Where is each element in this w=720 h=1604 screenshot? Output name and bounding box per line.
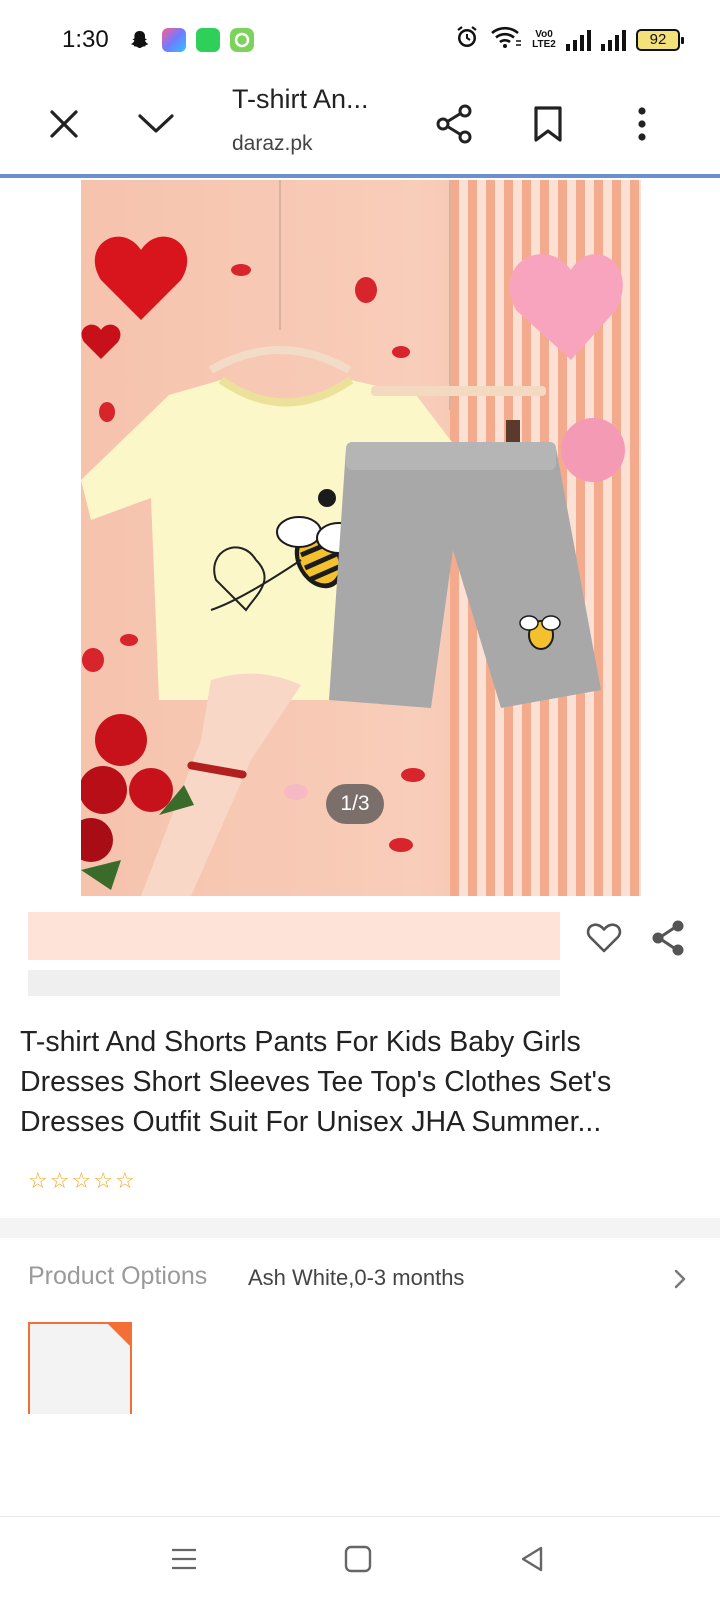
bookmark-button[interactable]	[520, 98, 576, 154]
share-icon	[435, 104, 473, 149]
chevron-right-icon	[668, 1264, 692, 1294]
signal-icon	[566, 29, 591, 51]
product-title: T-shirt And Shorts Pants For Kids Baby G…	[20, 1026, 612, 1138]
rating-stars[interactable]: ☆ ☆ ☆ ☆ ☆	[28, 1170, 135, 1192]
price-subtext-placeholder	[28, 970, 560, 996]
back-button[interactable]	[508, 1539, 556, 1583]
snapchat-icon	[128, 28, 152, 57]
star-icon: ☆	[93, 1168, 113, 1193]
menu-button[interactable]	[614, 98, 670, 154]
image-counter: 1/3	[326, 784, 384, 824]
home-icon	[344, 1545, 372, 1578]
page-url: daraz.pk	[232, 132, 313, 155]
status-system-icons: Vo0 LTE2 92	[454, 24, 684, 55]
share-page-button[interactable]	[426, 98, 482, 154]
wishlist-button[interactable]	[582, 918, 626, 962]
product-options-row[interactable]: Product Options Ash White,0-3 months	[28, 1262, 692, 1302]
app-icon	[162, 28, 186, 52]
status-time: 1:30	[62, 26, 109, 53]
share-icon	[650, 919, 686, 962]
star-icon: ☆	[49, 1168, 70, 1193]
back-icon	[519, 1545, 545, 1578]
product-image[interactable]: 1/3	[81, 180, 641, 896]
home-button[interactable]	[334, 1539, 382, 1583]
signal-icon-sim2	[601, 29, 626, 51]
status-bar: 1:30 Vo0 LTE2 92	[0, 0, 720, 80]
star-icon: ☆	[114, 1168, 135, 1193]
phone-manager-icon	[196, 28, 220, 52]
circle-app-icon	[230, 28, 254, 52]
network-type-label: Vo0 LTE2	[532, 28, 556, 50]
chevron-down-icon	[138, 113, 174, 140]
wifi-icon	[490, 25, 522, 54]
product-options-selected: Ash White,0-3 months	[248, 1265, 465, 1290]
price-placeholder	[28, 912, 560, 960]
more-vertical-icon	[637, 106, 647, 147]
recents-icon	[170, 1547, 198, 1576]
share-product-button[interactable]	[646, 918, 690, 962]
page-load-progress	[0, 174, 720, 178]
system-nav-bar	[0, 1516, 720, 1604]
option-thumbnail[interactable]	[28, 1322, 132, 1414]
close-button[interactable]	[36, 98, 92, 154]
alarm-icon	[454, 24, 480, 55]
product-options-label: Product Options	[28, 1262, 208, 1290]
recents-button[interactable]	[160, 1539, 208, 1583]
selected-corner-marker	[108, 1324, 130, 1346]
section-divider	[0, 1218, 720, 1238]
bookmark-icon	[533, 105, 563, 148]
star-icon: ☆	[28, 1168, 48, 1193]
page-title: T-shirt An...	[232, 84, 369, 114]
battery-icon: 92	[636, 28, 684, 51]
close-icon	[48, 108, 80, 145]
minimize-button[interactable]	[128, 98, 184, 154]
heart-icon	[586, 922, 622, 959]
status-notification-icons	[128, 28, 254, 57]
star-icon: ☆	[71, 1168, 92, 1193]
